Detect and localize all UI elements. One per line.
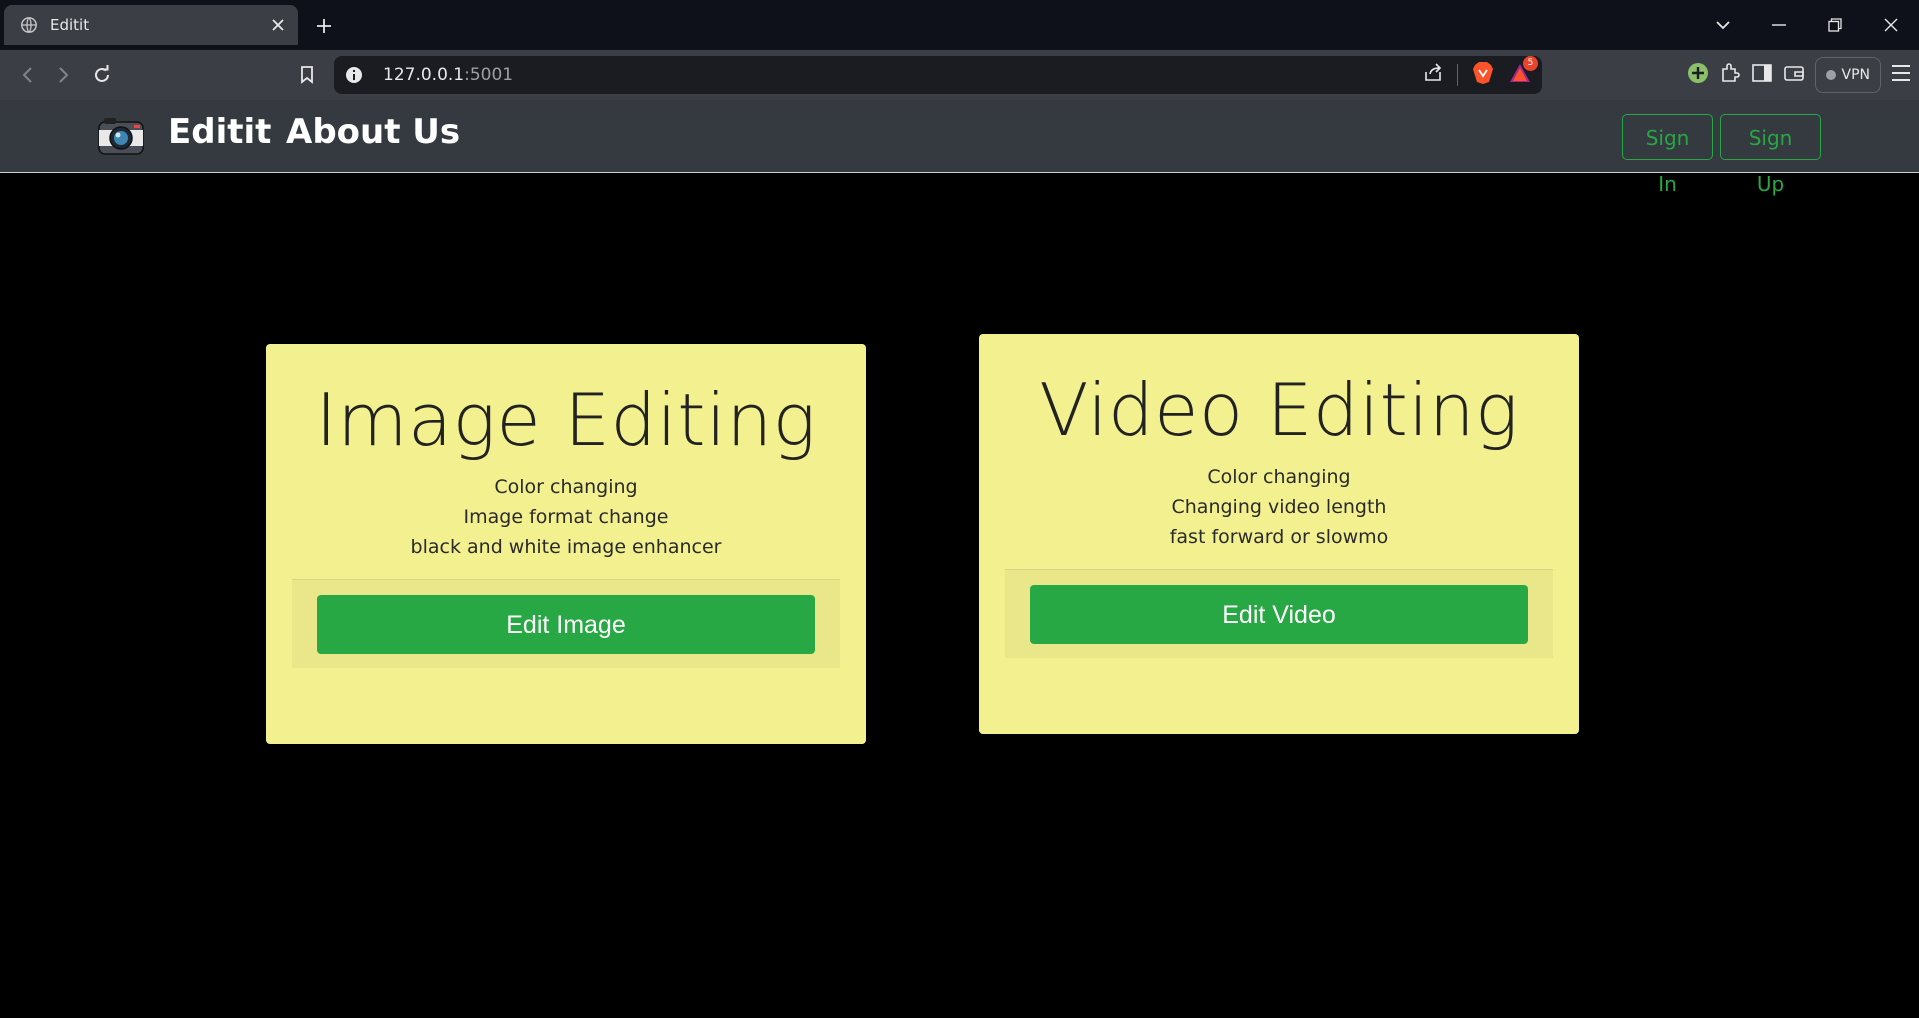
minimize-icon[interactable]	[1751, 0, 1807, 50]
card-footer: Edit Video	[1005, 569, 1553, 658]
about-us-link[interactable]: About Us	[286, 112, 460, 152]
feature-item: Image format change	[463, 506, 669, 528]
divider	[1457, 64, 1458, 86]
vpn-button[interactable]: VPN	[1814, 57, 1881, 93]
feature-item: Color changing	[494, 476, 638, 498]
site-navbar: Editit About Us Sign In Sign Up	[0, 100, 1919, 196]
edit-video-button[interactable]: Edit Video	[1030, 585, 1528, 644]
close-window-icon[interactable]	[1863, 0, 1919, 50]
tab-title: Editit	[50, 16, 90, 34]
menu-icon[interactable]	[1891, 64, 1911, 86]
notification-badge: 5	[1523, 56, 1538, 71]
site-info-icon[interactable]	[344, 65, 364, 85]
feature-item: fast forward or slowmo	[1169, 526, 1389, 548]
card-title: Video Editing	[1039, 368, 1519, 452]
vpn-status-icon	[1825, 70, 1836, 80]
card-title: Image Editing	[315, 378, 817, 462]
tab-search-icon[interactable]	[1695, 0, 1751, 50]
feature-item: Color changing	[1207, 466, 1351, 488]
browser-tab[interactable]: Editit	[4, 5, 298, 45]
close-tab-icon[interactable]	[264, 11, 292, 39]
forward-icon[interactable]	[49, 60, 79, 90]
feature-list: Color changing Changing video length fas…	[979, 462, 1579, 552]
sign-up-button[interactable]: Sign Up	[1720, 114, 1821, 196]
globe-icon	[21, 17, 37, 33]
extensions-icon[interactable]	[1719, 62, 1741, 88]
sign-in-button[interactable]: Sign In	[1622, 114, 1713, 196]
url-text: 127.0.0.1:5001	[383, 65, 514, 85]
card-footer: Edit Image	[292, 579, 840, 668]
browser-toolbar: 127.0.0.1:5001 5 VPN	[0, 50, 1919, 100]
sidebar-icon[interactable]	[1751, 63, 1773, 87]
add-extension-icon[interactable]	[1687, 62, 1709, 88]
brand-link[interactable]: Editit	[168, 112, 271, 152]
brave-rewards-icon[interactable]: 5	[1508, 56, 1538, 88]
feature-list: Color changing Image format change black…	[266, 472, 866, 562]
brave-shields-icon[interactable]	[1472, 61, 1494, 89]
wallet-icon[interactable]	[1783, 63, 1805, 87]
camera-icon[interactable]	[98, 116, 144, 156]
edit-image-button[interactable]: Edit Image	[317, 595, 815, 654]
share-icon[interactable]	[1423, 63, 1443, 87]
feature-item: black and white image enhancer	[410, 536, 722, 558]
reload-icon[interactable]	[87, 60, 117, 90]
browser-tab-strip: Editit	[0, 0, 1919, 50]
bookmark-icon[interactable]	[292, 60, 322, 90]
image-editing-card: Image Editing Color changing Image forma…	[266, 344, 866, 744]
back-icon[interactable]	[12, 60, 42, 90]
address-bar[interactable]: 127.0.0.1:5001 5	[334, 56, 1542, 94]
new-tab-icon[interactable]	[310, 12, 338, 40]
video-editing-card: Video Editing Color changing Changing vi…	[979, 334, 1579, 734]
vpn-label: VPN	[1841, 67, 1871, 83]
feature-item: Changing video length	[1171, 496, 1387, 518]
restore-icon[interactable]	[1807, 0, 1863, 50]
